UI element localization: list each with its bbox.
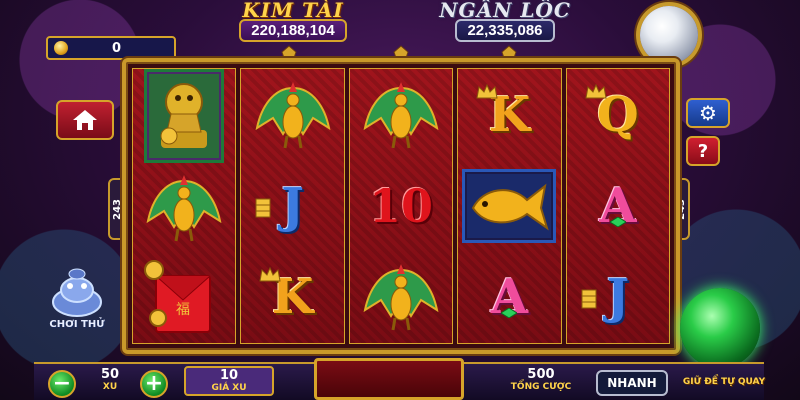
help-button[interactable]: ? xyxy=(686,136,720,166)
reel-cell: 10 xyxy=(350,160,452,251)
decrease-bet-button[interactable]: − xyxy=(48,370,76,398)
jackpot-ngan-loc: NGÂN LỘC 22,335,086 xyxy=(420,0,590,44)
jackpot-kim-tai: KIM TÀI 220,188,104 xyxy=(208,0,378,44)
auto-spin-orb[interactable] xyxy=(680,288,760,368)
red-envelope-icon: 福 xyxy=(144,260,212,333)
svg-text:福: 福 xyxy=(176,302,190,318)
reel-cell xyxy=(350,252,452,343)
reel-cell: J xyxy=(567,252,669,343)
increase-bet-button[interactable]: + xyxy=(140,370,168,398)
reel-cell xyxy=(458,160,560,251)
total-bet-label: TỔNG CƯỢC xyxy=(510,382,572,392)
reel-cell: 福 xyxy=(133,253,235,343)
coin-stack-icon xyxy=(255,198,271,218)
jackpot-ngan-loc-title: NGÂN LỘC xyxy=(439,0,571,22)
gia-xu-label: GIÁ XU xyxy=(211,382,247,393)
peacock-icon xyxy=(255,81,331,148)
reel-cell: J xyxy=(241,160,343,251)
reel-1: 福 xyxy=(132,68,237,344)
reel-3: 10 xyxy=(348,68,454,344)
pearl-icon xyxy=(640,6,698,64)
reel-cell: K xyxy=(458,69,560,160)
lion-frame xyxy=(144,69,225,163)
gia-xu-value: 10 xyxy=(219,367,239,383)
balance-box: 0 xyxy=(46,36,176,60)
peacock-icon xyxy=(363,264,439,331)
reel-cell xyxy=(133,69,235,163)
total-bet-value: 500 xyxy=(527,367,555,382)
peacock-icon xyxy=(146,175,222,242)
crown-icon xyxy=(476,83,498,99)
question-icon: ? xyxy=(697,140,709,162)
golden-carp-icon xyxy=(472,183,550,231)
fortune-toad-icon xyxy=(52,268,102,317)
reel-cell xyxy=(133,163,235,253)
reel-5: QAJ xyxy=(565,68,671,344)
reel-cell: K xyxy=(241,252,343,343)
jackpot-kim-tai-value: 220,188,104 xyxy=(239,19,347,42)
reel-cell xyxy=(241,69,343,160)
coin-value-selector[interactable]: 10 GIÁ XU xyxy=(184,366,274,396)
gear-icon: ⚙ xyxy=(699,101,717,125)
reel-2: JK xyxy=(240,68,345,344)
gem-icon xyxy=(609,216,626,227)
jackpot-ngan-loc-value: 22,335,086 xyxy=(455,19,555,42)
balance-value: 0 xyxy=(112,40,122,56)
settings-button[interactable]: ⚙ xyxy=(686,98,730,128)
turbo-button[interactable]: NHANH xyxy=(596,370,668,396)
reel-cell xyxy=(350,69,452,160)
symbol-j: J xyxy=(606,269,630,326)
reels: 福 J K 10 K A Q A J xyxy=(132,68,671,344)
koi-frame xyxy=(462,168,557,243)
gem-icon xyxy=(501,308,518,319)
reel-4: KA xyxy=(457,68,562,344)
home-icon xyxy=(73,110,97,130)
total-bet-stat: 500 TỔNG CƯỢC xyxy=(496,368,586,393)
coin-stack-icon xyxy=(581,289,597,309)
reel-cell: A xyxy=(458,252,560,343)
xu-stat: 50 XU xyxy=(90,368,130,393)
crown-icon xyxy=(259,266,282,282)
peacock-icon xyxy=(363,81,439,148)
demo-play-button[interactable]: CHƠI THỬ xyxy=(42,268,112,332)
demo-label: CHƠI THỬ xyxy=(49,319,105,330)
reel-frame: 福 J K 10 K A Q A J xyxy=(122,58,680,354)
symbol-j: J xyxy=(281,177,304,234)
ways-left-value: 243 xyxy=(111,198,123,220)
auto-spin-label: GIỮ ĐỂ TỰ QUAY xyxy=(682,377,766,387)
xu-label: XU xyxy=(102,382,118,392)
crown-icon xyxy=(585,83,607,99)
home-button[interactable] xyxy=(56,100,114,140)
symbol-10: 10 xyxy=(369,178,434,233)
reel-cell: A xyxy=(567,160,669,251)
jackpot-kim-tai-title: KIM TÀI xyxy=(242,0,344,22)
spin-button[interactable] xyxy=(314,358,464,400)
xu-value: 50 xyxy=(100,367,120,382)
reel-cell: Q xyxy=(567,69,669,160)
coin-icon xyxy=(54,41,68,55)
guardian-lion-icon xyxy=(160,83,208,148)
